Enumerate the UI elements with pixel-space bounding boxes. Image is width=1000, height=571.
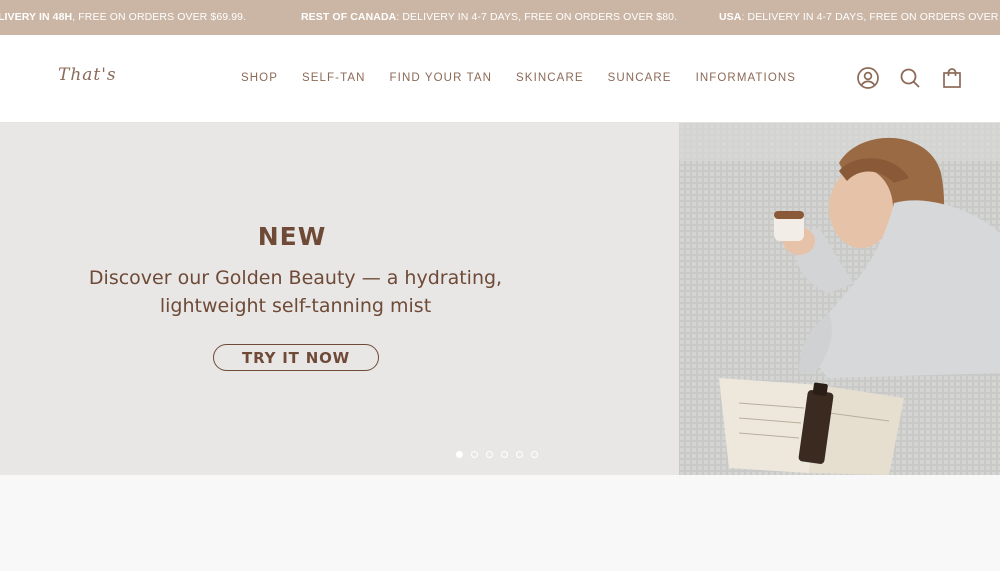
hero-subtitle-line-1: Discover our Golden Beauty — a hydrating… [88,267,503,289]
hero-photo-illustration [679,123,1000,475]
announcement-message-3: USA: DELIVERY IN 4-7 DAYS, FREE ON ORDER… [719,11,1000,23]
slider-dot-4[interactable] [501,451,508,458]
hero-title: NEW [257,222,327,251]
main-nav: SHOP SELF-TAN FIND YOUR TAN SKINCARE SUN… [241,72,820,84]
nav-find-your-tan[interactable]: FIND YOUR TAN [390,72,492,84]
header-icons [856,66,964,90]
announcement-message-1: LIVERY IN 48H, FREE ON ORDERS OVER $69.9… [0,11,247,23]
shopping-bag-icon[interactable] [940,66,964,90]
slider-dot-1[interactable] [456,451,463,458]
account-icon[interactable] [856,66,880,90]
page-content-area [0,475,1000,571]
announcement-bar: LIVERY IN 48H, FREE ON ORDERS OVER $69.9… [0,0,1000,35]
nav-shop[interactable]: SHOP [241,72,278,84]
slider-dot-5[interactable] [516,451,523,458]
hero-image [679,123,1000,475]
slider-dot-2[interactable] [471,451,478,458]
nav-suncare[interactable]: SUNCARE [608,72,672,84]
slider-dots [456,451,538,458]
try-it-now-button[interactable]: TRY IT NOW [213,344,379,371]
nav-skincare[interactable]: SKINCARE [516,72,584,84]
nav-informations[interactable]: INFORMATIONS [696,72,797,84]
site-header: That's SHOP SELF-TAN FIND YOUR TAN SKINC… [0,35,1000,123]
logo[interactable]: That's [58,65,117,85]
slider-dot-6[interactable] [531,451,538,458]
search-icon[interactable] [898,66,922,90]
nav-self-tan[interactable]: SELF-TAN [302,72,366,84]
hero-text-panel: NEW Discover our Golden Beauty — a hydra… [0,123,679,475]
hero-subtitle: Discover our Golden Beauty — a hydrating… [40,264,551,320]
hero-subtitle-line-2: lightweight self-tanning mist [159,295,432,317]
announcement-message-2: REST OF CANADA: DELIVERY IN 4-7 DAYS, FR… [301,11,678,23]
slider-dot-3[interactable] [486,451,493,458]
